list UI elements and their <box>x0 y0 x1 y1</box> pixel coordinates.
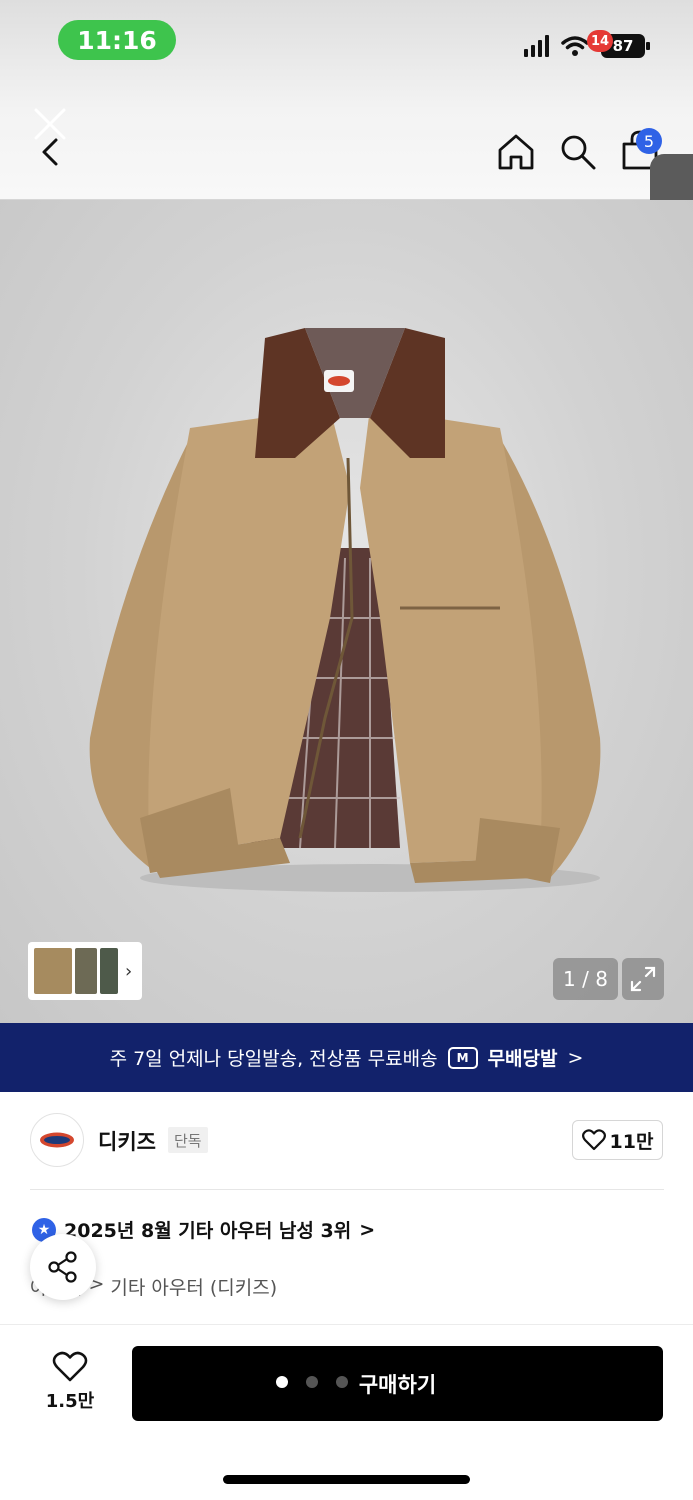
home-indicator[interactable] <box>223 1475 470 1484</box>
home-icon[interactable] <box>496 132 536 172</box>
battery-icon: 87 14 <box>587 30 650 58</box>
expand-icon[interactable] <box>622 958 664 1000</box>
ranking-text: 2025년 8월 기타 아우터 남성 3위 <box>64 1220 352 1242</box>
carousel-dot <box>336 1376 348 1388</box>
chevron-right-icon[interactable]: › <box>125 961 132 982</box>
back-icon[interactable] <box>36 132 66 172</box>
notification-badge: 14 <box>587 30 614 52</box>
heart-icon <box>581 1129 606 1151</box>
brand-like-count: 11만 <box>609 1130 654 1153</box>
top-header-area: 11:16 87 14 5 <box>0 0 693 200</box>
wifi-icon <box>561 36 589 56</box>
thumbnail-image[interactable] <box>34 948 72 994</box>
thumbnail-image[interactable] <box>75 948 97 994</box>
brand-name[interactable]: 디키즈 <box>98 1126 156 1156</box>
buy-button-label: 구매하기 <box>358 1372 437 1397</box>
shipping-promo-banner[interactable]: 주 7일 언제나 당일발송, 전상품 무료배송 M 무배당발 > <box>0 1023 693 1092</box>
section-divider <box>30 1189 664 1190</box>
status-icons: 87 14 <box>524 30 650 58</box>
brand-like-button[interactable]: 11만 <box>572 1120 663 1160</box>
bottom-action-bar: 1.5만 구매하기 <box>0 1324 693 1500</box>
brand-logo[interactable] <box>30 1113 84 1167</box>
chevron-right-icon: > <box>567 1046 584 1069</box>
share-icon <box>48 1251 77 1283</box>
wishlist-count: 1.5만 <box>45 1391 95 1412</box>
search-icon[interactable] <box>558 132 598 172</box>
exclusive-tag: 단독 <box>168 1127 208 1153</box>
status-time: 11:16 <box>58 20 176 60</box>
carousel-dots <box>276 1376 348 1388</box>
heart-icon <box>52 1351 88 1382</box>
ranking-link[interactable]: ★ 2025년 8월 기타 아우터 남성 3위 > <box>32 1216 375 1243</box>
cart-count-badge: 5 <box>636 128 662 154</box>
image-page-counter: 1 / 8 <box>553 958 618 1000</box>
carousel-dot <box>306 1376 318 1388</box>
brand-row[interactable]: 디키즈 단독 11만 <box>0 1092 693 1190</box>
chevron-right-icon: > <box>359 1218 376 1241</box>
breadcrumb-current[interactable]: 기타 아우터 (디키즈) <box>110 1273 277 1300</box>
product-image-gallery[interactable]: › 1 / 8 <box>0 200 693 1023</box>
carousel-dot-active <box>276 1376 288 1388</box>
thumbnail-strip[interactable]: › <box>28 942 142 1000</box>
promo-text: 주 7일 언제나 당일발송, 전상품 무료배송 <box>109 1048 438 1070</box>
thumbnail-image[interactable] <box>100 948 118 994</box>
share-button[interactable] <box>30 1234 96 1300</box>
cellular-signal-icon <box>524 35 549 57</box>
buy-button[interactable]: 구매하기 <box>132 1346 663 1421</box>
dickies-logo-icon <box>40 1132 74 1148</box>
promo-badge-label: 무배당발 <box>487 1048 558 1070</box>
wishlist-button[interactable]: 1.5만 <box>40 1351 100 1413</box>
delivery-truck-icon: M <box>447 1046 478 1069</box>
product-image-jacket <box>89 328 601 892</box>
